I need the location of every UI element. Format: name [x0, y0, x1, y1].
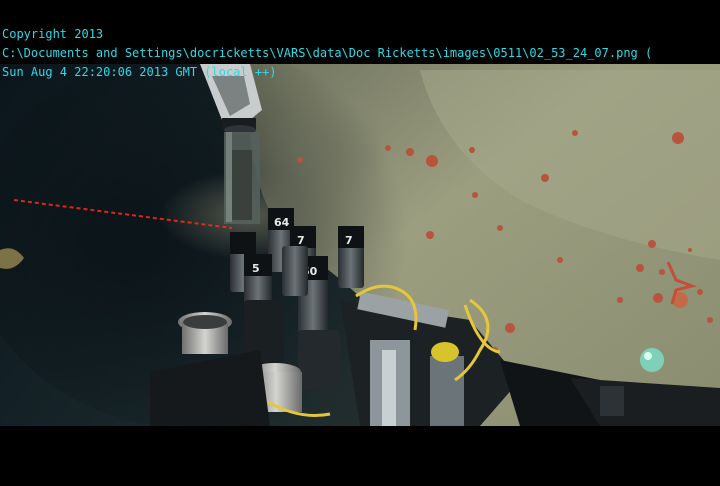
- letterbox-bottom: [0, 426, 720, 486]
- sample-tube-body: [282, 246, 308, 296]
- silt-plume-2: [250, 95, 390, 205]
- timestamp-overlay: Sun Aug 4 22:20:06 2013 GMT (local ++): [2, 65, 277, 79]
- sample-tube-body: [298, 330, 340, 390]
- green-float-highlight: [644, 352, 652, 360]
- empty-cup-rim: [183, 315, 227, 329]
- sample-tube: 7: [338, 226, 364, 288]
- sample-tube-label: 7: [345, 234, 353, 247]
- copyright-overlay: Copyright 2013: [2, 27, 104, 41]
- sample-tube-label: 64: [274, 216, 290, 229]
- file-path-overlay: C:\Documents and Settings\docricketts\VA…: [2, 46, 653, 60]
- push-core-in-arm: [224, 132, 260, 224]
- video-frame: 64 7 7 5 50 Copyright 2013 C:\Documents …: [0, 0, 720, 486]
- sample-tube-label: 7: [297, 234, 305, 247]
- green-float: [640, 348, 664, 372]
- yellow-rope-knot: [431, 342, 459, 362]
- sample-tube-cap: [230, 232, 256, 254]
- sample-tube-label: 5: [252, 262, 260, 275]
